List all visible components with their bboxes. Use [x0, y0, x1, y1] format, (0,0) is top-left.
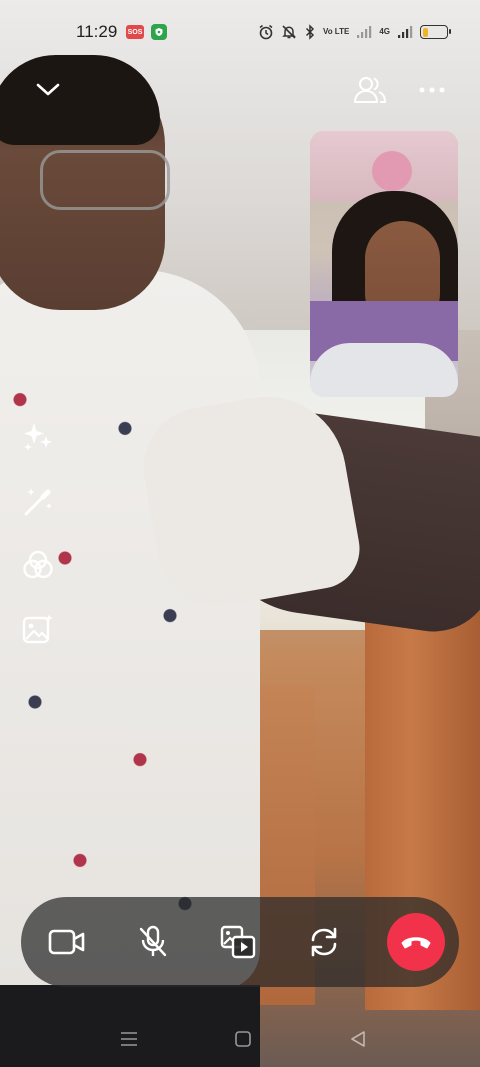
battery-icon — [420, 25, 451, 39]
signal-1-icon — [356, 25, 372, 39]
preview-bow — [372, 151, 412, 191]
preview-blanket — [310, 343, 458, 397]
participants-icon — [354, 77, 387, 103]
recents-button[interactable] — [114, 1027, 144, 1051]
effects-toolbar — [18, 420, 58, 646]
participants-button[interactable] — [351, 72, 389, 108]
menu-lines-icon — [121, 1032, 137, 1046]
network-type-label: 4G — [379, 27, 390, 36]
sos-badge: SOS — [126, 25, 144, 39]
more-options-button[interactable] — [414, 72, 450, 108]
self-video-preview[interactable] — [310, 131, 458, 397]
back-button[interactable] — [343, 1027, 373, 1051]
system-nav-bar — [0, 1010, 480, 1067]
camera-toggle-button[interactable] — [45, 920, 89, 964]
filters-button[interactable] — [18, 548, 58, 582]
bluetooth-icon — [304, 24, 316, 40]
filters-icon — [23, 550, 53, 579]
switch-camera-button[interactable] — [302, 920, 346, 964]
retouch-button[interactable] — [18, 484, 58, 518]
battery-level — [422, 27, 429, 37]
background-image-icon — [22, 614, 53, 644]
video-icon — [48, 929, 85, 955]
beauty-effects-button[interactable] — [18, 420, 58, 454]
virtual-background-button[interactable] — [18, 612, 58, 646]
shield-icon — [151, 24, 167, 40]
magic-wand-icon — [24, 488, 52, 516]
volte-label: Vo LTE — [322, 27, 350, 36]
share-media-button[interactable] — [216, 920, 260, 964]
call-controls-bar — [21, 897, 459, 987]
back-triangle-icon — [351, 1031, 365, 1047]
switch-camera-icon — [311, 927, 336, 957]
mute-bell-icon — [281, 24, 297, 40]
alarm-icon — [258, 24, 274, 40]
remote-person-glasses — [40, 150, 170, 210]
sparkles-icon — [24, 423, 52, 451]
status-icons: Vo LTE 4G — [258, 22, 451, 42]
end-call-icon — [401, 937, 431, 949]
end-call-button[interactable] — [387, 913, 445, 971]
more-dots-icon — [419, 87, 445, 93]
status-time: 11:29 — [76, 22, 118, 41]
signal-2-icon — [397, 25, 413, 39]
square-icon — [235, 1031, 251, 1047]
collapse-button[interactable] — [30, 72, 66, 108]
share-media-icon — [220, 925, 256, 959]
status-bar: 11:29 SOS Vo LTE 4G — [0, 0, 480, 62]
chevron-down-icon — [36, 83, 60, 96]
home-button[interactable] — [228, 1027, 258, 1051]
mute-button[interactable] — [131, 920, 175, 964]
mic-off-icon — [139, 925, 166, 957]
